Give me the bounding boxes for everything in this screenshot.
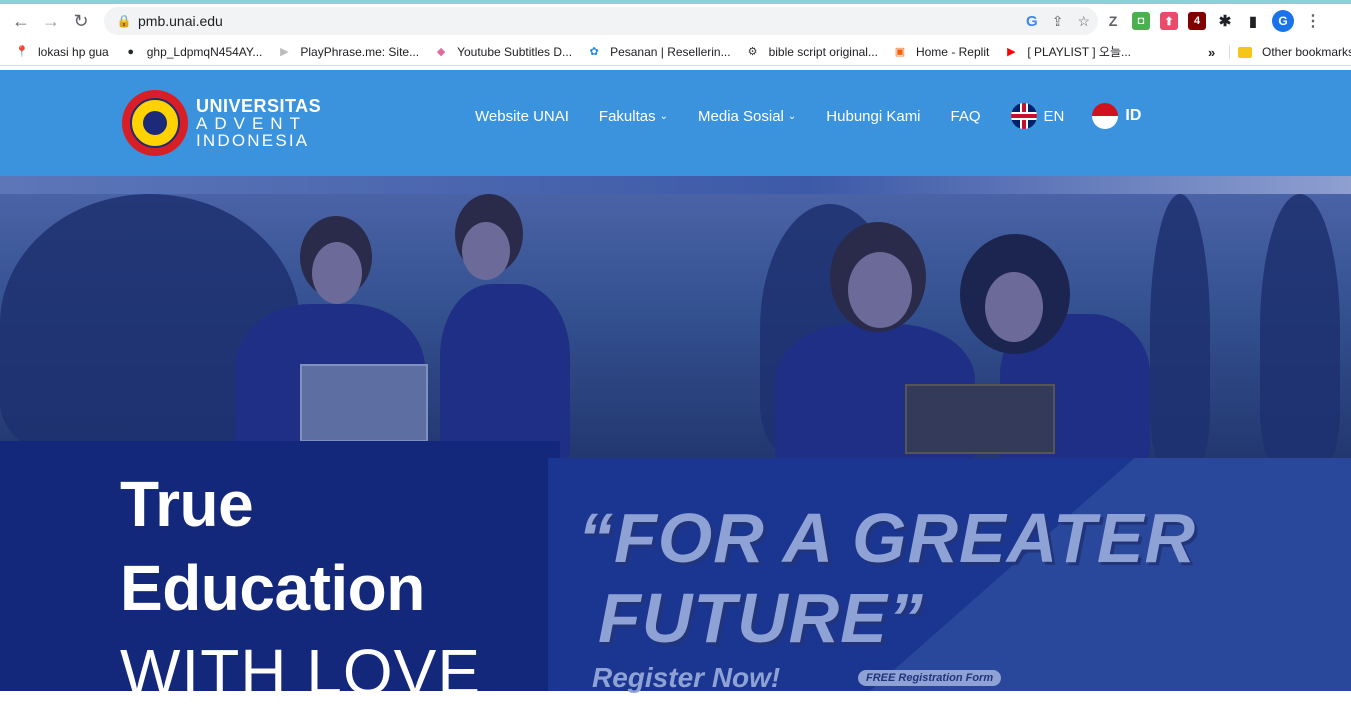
bookmark-item[interactable]: ● ghp_LdpmqN454AY...	[123, 44, 263, 60]
bookmark-divider	[1229, 45, 1230, 59]
slogan-line-1: “FOR A GREATER	[578, 499, 1197, 577]
bookmark-star-icon[interactable]: ☆	[1077, 13, 1090, 30]
site-logo[interactable]: UNIVERSITAS ADVENT INDONESIA	[122, 90, 321, 156]
google-translate-icon[interactable]: G	[1026, 13, 1038, 30]
nav-label: Fakultas	[598, 107, 656, 125]
logo-line-2: ADVENT	[196, 113, 307, 133]
bookmark-item[interactable]: ▶ [ PLAYLIST ] 오늘...	[1003, 43, 1131, 60]
chevron-down-icon: ⌄	[659, 110, 669, 122]
bookmarks-bar: 📍 lokasi hp gua ● ghp_LdpmqN454AY... ▶ Play…	[0, 38, 1351, 66]
browser-toolbar: ← → ↻ 🔒 pmb.unai.edu G ⇪ ☆ Z ◘ ⬆ 4 ✱ ▮ G…	[0, 4, 1351, 38]
site-header: UNIVERSITAS ADVENT INDONESIA Website UNA…	[0, 70, 1351, 176]
bookmark-label: bible script original...	[768, 44, 878, 59]
lock-icon[interactable]: 🔒	[110, 14, 138, 28]
logo-line-1: UNIVERSITAS	[196, 95, 322, 116]
nav-label: Media Sosial	[698, 107, 784, 125]
puzzle-icon[interactable]: ✱	[1216, 12, 1234, 30]
forward-icon[interactable]: →	[36, 6, 66, 36]
github-icon: ●	[127, 45, 135, 58]
lang-id-label: ID	[1125, 107, 1142, 124]
url-text[interactable]: pmb.unai.edu	[138, 13, 223, 29]
green-extension-icon[interactable]: ◘	[1132, 12, 1150, 30]
more-bookmarks-button[interactable]: »	[1208, 38, 1215, 66]
profile-avatar[interactable]: G	[1272, 10, 1294, 32]
map-pin-icon: 📍	[15, 46, 29, 58]
bookmark-label: Pesanan | Resellerin...	[610, 44, 731, 59]
upload-extension-icon[interactable]: ⬆	[1160, 12, 1178, 30]
logo-line-3: INDONESIA	[196, 130, 310, 150]
uk-flag-icon	[1010, 103, 1037, 129]
bookmark-label: Youtube Subtitles D...	[457, 44, 573, 59]
extensions-area: Z ◘ ⬆ 4 ✱ ▮ G ⋮	[1104, 4, 1322, 38]
youtube-icon: ▶	[1007, 46, 1016, 58]
bookmark-item[interactable]: ⚙ bible script original...	[745, 44, 878, 60]
bookmark-item[interactable]: ▣ Home - Replit	[892, 44, 990, 60]
browser-menu-icon[interactable]: ⋮	[1304, 12, 1322, 30]
folder-icon	[1238, 46, 1252, 58]
bookmark-label: ghp_LdpmqN454AY...	[146, 44, 263, 59]
language-id-button[interactable]: ID	[1092, 103, 1141, 129]
nav-label: Website UNAI	[475, 107, 569, 125]
bookmark-item[interactable]: 📍 lokasi hp gua	[14, 44, 109, 60]
bookmark-label: PlayPhrase.me: Site...	[300, 44, 420, 59]
bookmark-label: lokasi hp gua	[38, 44, 109, 59]
register-now-button[interactable]: Register Now!	[592, 662, 780, 694]
hero-line-1: True	[120, 468, 254, 540]
ublock-extension-icon[interactable]: 4	[1188, 12, 1206, 30]
hero-heading: True Education WITH LOVE	[120, 462, 481, 714]
back-icon[interactable]: ←	[6, 6, 36, 36]
logo-text: UNIVERSITAS ADVENT INDONESIA	[196, 95, 322, 150]
reseller-icon: ✿	[589, 46, 599, 58]
nav-website-unai[interactable]: Website UNAI	[475, 108, 569, 125]
hero-slogan: “FOR A GREATER FUTURE”	[578, 498, 1196, 658]
slogan-line-2: FUTURE”	[598, 579, 924, 657]
bookmark-item[interactable]: ◆ Youtube Subtitles D...	[433, 44, 572, 60]
other-bookmarks-label: Other bookmarks	[1262, 45, 1351, 59]
nav-label: FAQ	[950, 107, 981, 125]
share-icon[interactable]: ⇪	[1052, 13, 1064, 30]
language-en-button[interactable]: EN	[1010, 103, 1065, 129]
hero-line-3: WITH LOVE	[120, 636, 482, 708]
script-icon: ⚙	[747, 46, 758, 58]
z-extension-icon[interactable]: Z	[1104, 12, 1122, 30]
free-registration-badge[interactable]: FREE Registration Form	[858, 670, 1002, 686]
bookmark-label: [ PLAYLIST ] 오늘...	[1027, 45, 1132, 59]
chevron-down-icon: ⌄	[787, 110, 797, 122]
main-navigation: Website UNAI Fakultas ⌄ Media Sosial ⌄ Hub…	[475, 103, 1171, 129]
replit-icon: ▣	[894, 46, 906, 58]
bookmark-item[interactable]: ✿ Pesanan | Resellerin...	[586, 44, 731, 60]
indonesia-flag-icon	[1092, 103, 1119, 129]
other-bookmarks-button[interactable]: Other bookmarks	[1238, 38, 1351, 66]
bookmark-item[interactable]: ▶ PlayPhrase.me: Site...	[276, 44, 419, 60]
play-icon: ▶	[280, 46, 289, 58]
address-bar[interactable]: 🔒 pmb.unai.edu G ⇪ ☆	[104, 7, 1098, 35]
university-seal-icon	[122, 90, 188, 156]
hero-top-strip	[0, 176, 1351, 194]
nav-hubungi-kami[interactable]: Hubungi Kami	[826, 108, 920, 125]
lang-en-label: EN	[1043, 107, 1065, 125]
nav-faq[interactable]: FAQ	[951, 108, 981, 125]
hero-line-2: Education	[120, 552, 425, 624]
nav-media-sosial[interactable]: Media Sosial ⌄	[698, 108, 796, 125]
students-photo	[0, 194, 1351, 464]
bookmark-label: Home - Replit	[915, 44, 990, 59]
side-panel-icon[interactable]: ▮	[1244, 12, 1262, 30]
subtitles-icon: ◆	[436, 46, 446, 58]
reload-icon[interactable]: ↻	[66, 6, 96, 36]
nav-fakultas[interactable]: Fakultas ⌄	[599, 108, 668, 125]
nav-label: Hubungi Kami	[826, 107, 921, 125]
